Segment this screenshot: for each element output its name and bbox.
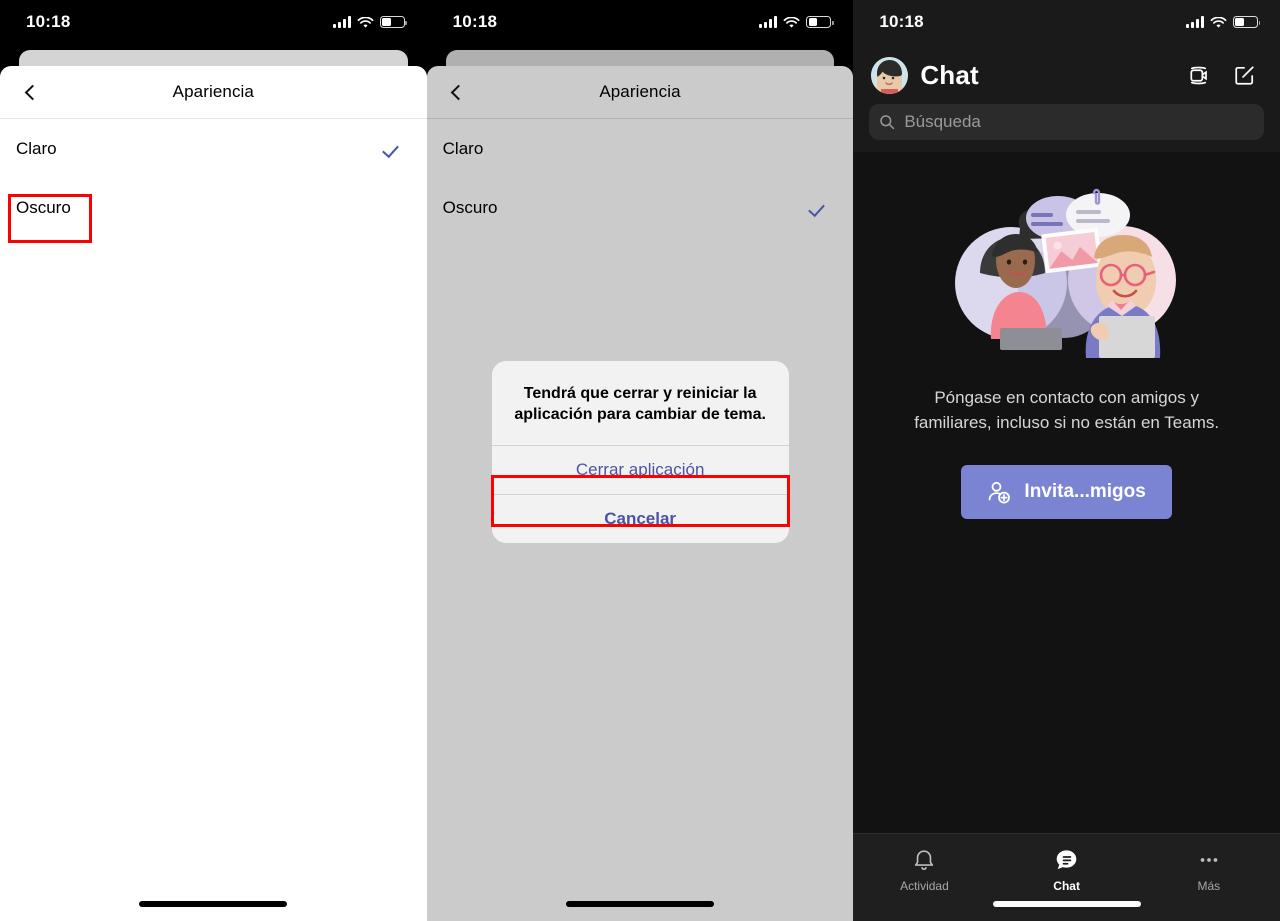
cellular-signal-icon bbox=[332, 16, 351, 28]
status-bar: 10:18 bbox=[427, 0, 854, 44]
new-chat-compose-icon[interactable] bbox=[1228, 58, 1262, 92]
status-time: 10:18 bbox=[26, 12, 71, 31]
tab-actividad[interactable]: Actividad bbox=[853, 846, 995, 893]
status-indicators bbox=[759, 16, 834, 28]
tab-label: Actividad bbox=[900, 879, 949, 893]
appearance-sheet: Apariencia Claro Oscuro bbox=[0, 66, 427, 921]
page-title: Chat bbox=[920, 59, 979, 90]
home-indicator bbox=[992, 901, 1141, 907]
status-bar: 10:18 bbox=[0, 0, 427, 44]
panel-teams-chat-dark: 10:18 Chat Búsqueda Póngase en contacto … bbox=[853, 0, 1280, 921]
theme-options-list: Claro Oscuro bbox=[427, 119, 854, 237]
page-title: Apariencia bbox=[599, 82, 681, 101]
tab-chat[interactable]: Chat bbox=[996, 846, 1138, 893]
search-icon bbox=[879, 114, 895, 130]
status-indicators bbox=[332, 16, 408, 28]
restart-alert-dialog: Tendrá que cerrar y reiniciar la aplicac… bbox=[491, 361, 789, 544]
ellipsis-icon bbox=[1197, 846, 1221, 873]
navigation-bar: Apariencia bbox=[426, 66, 854, 119]
option-label: Claro bbox=[16, 138, 57, 158]
teams-app: 10:18 Chat Búsqueda Póngase en contacto … bbox=[853, 0, 1280, 921]
add-person-icon bbox=[987, 480, 1012, 505]
tab-label: Chat bbox=[1053, 879, 1080, 893]
cellular-signal-icon bbox=[1185, 16, 1204, 28]
close-app-button[interactable]: Cerrar aplicación bbox=[491, 445, 789, 494]
option-oscuro[interactable]: Oscuro bbox=[0, 178, 427, 237]
theme-options-list: Claro Oscuro bbox=[0, 119, 427, 237]
wifi-icon bbox=[357, 16, 374, 28]
page-title: Apariencia bbox=[172, 82, 254, 101]
battery-icon bbox=[806, 16, 834, 28]
chat-header: Chat bbox=[853, 44, 1280, 106]
chevron-left-icon bbox=[24, 84, 40, 100]
invite-friends-button[interactable]: Invita...migos bbox=[961, 465, 1172, 520]
back-button[interactable] bbox=[8, 66, 52, 118]
option-oscuro[interactable]: Oscuro bbox=[427, 178, 854, 237]
home-indicator bbox=[565, 901, 714, 907]
two-people-chatting-illustration bbox=[936, 180, 1198, 358]
bell-icon bbox=[912, 846, 936, 873]
battery-icon bbox=[1232, 16, 1261, 28]
search-bar[interactable]: Búsqueda bbox=[869, 104, 1264, 140]
chevron-left-icon bbox=[450, 84, 467, 100]
chat-bubble-icon bbox=[1054, 846, 1079, 873]
wifi-icon bbox=[1210, 16, 1227, 28]
status-indicators bbox=[1185, 16, 1261, 28]
invite-button-label: Invita...migos bbox=[1024, 481, 1146, 503]
option-claro[interactable]: Claro bbox=[0, 119, 427, 178]
search-input[interactable]: Búsqueda bbox=[904, 112, 981, 132]
cellular-signal-icon bbox=[759, 16, 778, 28]
home-indicator bbox=[139, 901, 288, 907]
check-icon bbox=[385, 140, 403, 158]
battery-icon bbox=[379, 16, 408, 28]
chat-empty-state: Póngase en contacto con amigos y familia… bbox=[853, 152, 1280, 833]
option-label: Oscuro bbox=[442, 197, 498, 217]
bottom-tab-bar: Actividad Chat Más bbox=[853, 833, 1280, 921]
screenshot-stage: 10:18 Apariencia Claro Oscuro 10:18 Apar… bbox=[0, 0, 1280, 921]
status-time: 10:18 bbox=[879, 12, 924, 31]
cancel-button[interactable]: Cancelar bbox=[491, 494, 789, 543]
back-button[interactable] bbox=[435, 66, 479, 118]
panel-appearance-dialog: 10:18 Apariencia Claro Oscuro Tendrá que… bbox=[426, 0, 854, 921]
option-label: Claro bbox=[442, 138, 484, 158]
status-time: 10:18 bbox=[452, 12, 498, 31]
user-avatar[interactable] bbox=[871, 56, 909, 94]
check-icon bbox=[811, 199, 829, 217]
navigation-bar: Apariencia bbox=[0, 66, 427, 119]
alert-message: Tendrá que cerrar y reiniciar la aplicac… bbox=[514, 385, 766, 424]
option-label: Oscuro bbox=[16, 197, 71, 217]
panel-appearance-light: 10:18 Apariencia Claro Oscuro bbox=[0, 0, 427, 921]
tab-mas[interactable]: Más bbox=[1138, 846, 1280, 893]
empty-state-text: Póngase en contacto con amigos y familia… bbox=[914, 388, 1220, 432]
status-bar: 10:18 bbox=[853, 0, 1280, 44]
tab-label: Más bbox=[1197, 879, 1221, 893]
option-claro[interactable]: Claro bbox=[427, 119, 854, 178]
wifi-icon bbox=[783, 16, 800, 28]
video-call-icon[interactable] bbox=[1182, 58, 1216, 92]
